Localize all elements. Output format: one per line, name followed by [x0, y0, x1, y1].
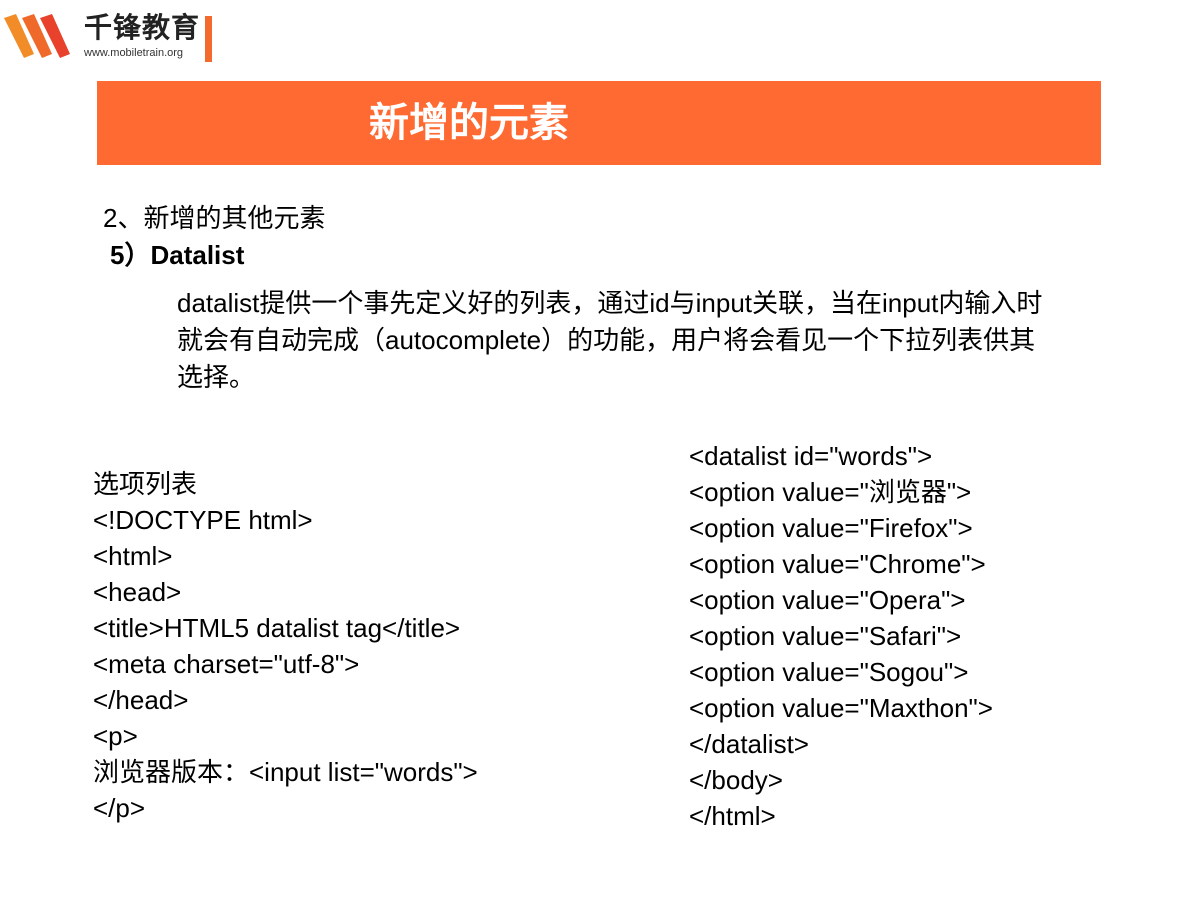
code-line: <meta charset="utf-8"> [93, 649, 360, 679]
code-line: <option value="Sogou"> [689, 657, 969, 687]
code-line: <option value="Maxthon"> [689, 693, 993, 723]
logo-url: www.mobiletrain.org [84, 47, 184, 59]
code-line: <head> [93, 577, 182, 607]
sub-heading: 5）Datalist [110, 240, 245, 270]
code-line: <title>HTML5 datalist tag</title> [93, 613, 461, 643]
code-line: </head> [93, 685, 189, 715]
code-line: <option value="Firefox"> [689, 513, 973, 543]
title-banner: 新增的元素 [97, 81, 1101, 165]
code-line: <!DOCTYPE html> [93, 505, 313, 535]
code-line: 选项列表 [93, 469, 198, 499]
code-line: <option value="Opera"> [689, 585, 966, 615]
code-line: <p> [93, 721, 138, 751]
logo-mark-icon [4, 14, 70, 58]
code-line: </body> [689, 765, 783, 795]
code-line: </datalist> [689, 729, 809, 759]
code-line: </html> [689, 801, 776, 831]
code-line: </p> [93, 793, 146, 823]
code-line: <html> [93, 541, 173, 571]
logo: 千锋教育 www.mobiletrain.org [4, 10, 213, 62]
logo-name: 千锋教育 [84, 11, 201, 44]
code-line: 浏览器版本：<input list="words"> [93, 757, 478, 787]
code-block-left: 选项列表 <!DOCTYPE html> <html> <head> <titl… [93, 466, 478, 826]
slide-title: 新增的元素 [369, 100, 569, 146]
slide: 千锋教育 www.mobiletrain.org 新增的元素 2、新增的其他元素… [0, 0, 1200, 900]
description-text: datalist提供一个事先定义好的列表，通过id与input关联，当在inpu… [177, 288, 1043, 392]
logo-accent-bar [205, 16, 213, 62]
code-line: <option value="Chrome"> [689, 549, 986, 579]
section-heading: 2、新增的其他元素 [103, 203, 326, 233]
code-line: <option value="Safari"> [689, 621, 962, 651]
code-line: <datalist id="words"> [689, 441, 933, 471]
logo-text: 千锋教育 www.mobiletrain.org [84, 11, 213, 62]
code-block-right: <datalist id="words"> <option value="浏览器… [689, 438, 993, 834]
code-line: <option value="浏览器"> [689, 477, 972, 507]
